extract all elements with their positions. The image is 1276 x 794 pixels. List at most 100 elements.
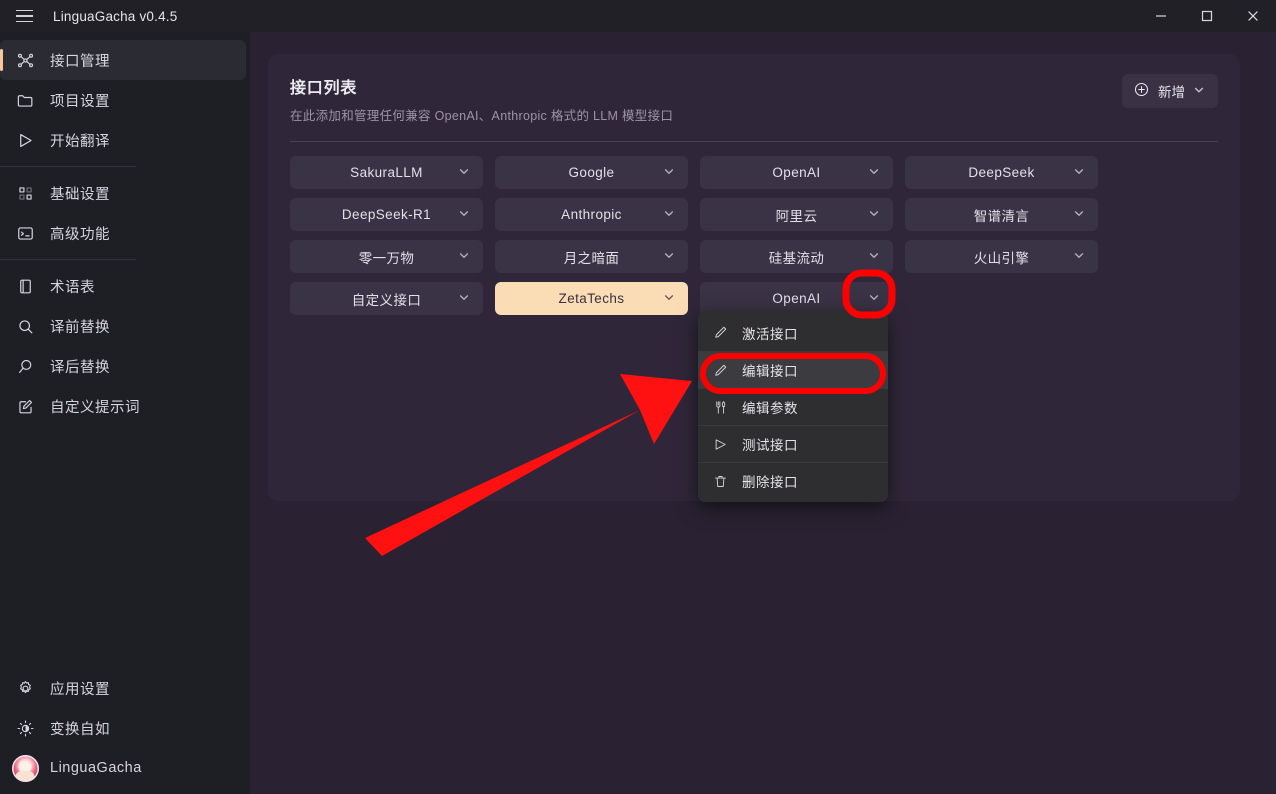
search-alt-icon bbox=[0, 357, 50, 376]
chevron-down-icon bbox=[1193, 84, 1205, 99]
sidebar-item-post-translation-replace[interactable]: 译后替换 bbox=[0, 346, 246, 386]
interface-label: DeepSeek-R1 bbox=[341, 207, 432, 222]
sidebar-item-interface-management[interactable]: 接口管理 bbox=[0, 40, 246, 80]
menu-item-delete-interface[interactable]: 删除接口 bbox=[698, 462, 888, 499]
sidebar-item-label: 变换自如 bbox=[50, 721, 110, 738]
avatar bbox=[0, 754, 50, 782]
book-icon bbox=[0, 277, 50, 296]
theme-contrast-icon bbox=[0, 719, 50, 738]
interface-button[interactable]: DeepSeek bbox=[905, 156, 1098, 189]
chevron-down-icon[interactable] bbox=[868, 291, 880, 306]
sidebar-item-custom-prompt[interactable]: 自定义提示词 bbox=[0, 386, 246, 426]
page-subtitle: 在此添加和管理任何兼容 OpenAI、Anthropic 格式的 LLM 模型接… bbox=[290, 109, 674, 123]
interface-button[interactable]: SakuraLLM bbox=[290, 156, 483, 189]
sidebar-item-label: 项目设置 bbox=[50, 93, 110, 110]
sidebar-item-project-settings[interactable]: 项目设置 bbox=[0, 80, 246, 120]
interface-label: 阿里云 bbox=[775, 208, 818, 224]
menu-item-activate-interface[interactable]: 激活接口 bbox=[698, 314, 888, 351]
interface-button[interactable]: 阿里云 bbox=[700, 198, 893, 231]
header-divider bbox=[290, 141, 1218, 142]
interface-button[interactable]: 月之暗面 bbox=[495, 240, 688, 273]
interface-button[interactable]: 智谱清言 bbox=[905, 198, 1098, 231]
sidebar-item-theme-toggle[interactable]: 变换自如 bbox=[0, 708, 246, 748]
folder-icon bbox=[0, 91, 50, 110]
interface-button-active[interactable]: ZetaTechs bbox=[495, 282, 688, 315]
interface-label: 自定义接口 bbox=[351, 292, 422, 308]
sidebar-divider-1 bbox=[0, 166, 136, 167]
menu-item-label: 编辑接口 bbox=[742, 364, 798, 379]
interface-button[interactable]: 火山引擎 bbox=[905, 240, 1098, 273]
search-icon bbox=[0, 317, 50, 336]
interface-label: Anthropic bbox=[561, 207, 622, 222]
close-button[interactable] bbox=[1230, 0, 1276, 32]
utensils-icon bbox=[712, 400, 729, 415]
interface-label: OpenAI bbox=[772, 165, 821, 180]
add-interface-button[interactable]: 新增 bbox=[1122, 74, 1218, 108]
sidebar-item-label: 自定义提示词 bbox=[50, 399, 140, 416]
sidebar-item-label: 开始翻译 bbox=[50, 133, 110, 150]
card-header: 接口列表 在此添加和管理任何兼容 OpenAI、Anthropic 格式的 LL… bbox=[290, 74, 1218, 124]
pencil-icon bbox=[712, 325, 729, 340]
chevron-down-icon[interactable] bbox=[458, 165, 470, 180]
sidebar-item-basic-settings[interactable]: 基础设置 bbox=[0, 173, 246, 213]
chevron-down-icon[interactable] bbox=[458, 291, 470, 306]
sidebar-item-app-settings[interactable]: 应用设置 bbox=[0, 668, 246, 708]
interface-button[interactable]: 零一万物 bbox=[290, 240, 483, 273]
minimize-button[interactable] bbox=[1138, 0, 1184, 32]
sidebar-item-start-translation[interactable]: 开始翻译 bbox=[0, 120, 246, 160]
card-header-text: 接口列表 在此添加和管理任何兼容 OpenAI、Anthropic 格式的 LL… bbox=[290, 74, 673, 124]
chevron-down-icon[interactable] bbox=[868, 207, 880, 222]
menu-item-edit-interface[interactable]: 编辑接口 bbox=[698, 351, 888, 388]
chevron-down-icon[interactable] bbox=[663, 291, 675, 306]
chevron-down-icon[interactable] bbox=[663, 207, 675, 222]
menu-item-edit-parameters[interactable]: 编辑参数 bbox=[698, 388, 888, 425]
gear-icon bbox=[0, 679, 50, 698]
chevron-down-icon[interactable] bbox=[1073, 249, 1085, 264]
title-bar: LinguaGacha v0.4.5 bbox=[0, 0, 1276, 32]
sidebar-item-user-profile[interactable]: LinguaGacha bbox=[0, 748, 246, 788]
interface-label: 火山引擎 bbox=[973, 250, 1030, 266]
sidebar-item-label: 应用设置 bbox=[50, 681, 110, 698]
interface-label: SakuraLLM bbox=[350, 165, 423, 180]
sidebar-item-label: 术语表 bbox=[50, 279, 95, 296]
interface-label: DeepSeek bbox=[968, 165, 1035, 180]
add-button-label: 新增 bbox=[1158, 85, 1185, 100]
sliders-box-icon bbox=[0, 184, 50, 203]
sidebar-item-pre-translation-replace[interactable]: 译前替换 bbox=[0, 306, 246, 346]
interface-label: ZetaTechs bbox=[558, 291, 625, 306]
chevron-down-icon[interactable] bbox=[868, 249, 880, 264]
chevron-down-icon[interactable] bbox=[458, 207, 470, 222]
interface-label: OpenAI bbox=[772, 291, 821, 306]
menu-item-label: 激活接口 bbox=[742, 326, 798, 342]
chevron-down-icon[interactable] bbox=[663, 249, 675, 264]
maximize-button[interactable] bbox=[1184, 0, 1230, 32]
chevron-down-icon[interactable] bbox=[458, 249, 470, 264]
hamburger-menu-icon[interactable] bbox=[0, 0, 48, 32]
interface-button[interactable]: 硅基流动 bbox=[700, 240, 893, 273]
interface-context-menu: 激活接口 编辑接口 编辑参数 测试接口 删除接口 bbox=[698, 311, 888, 502]
play-icon bbox=[0, 131, 50, 150]
menu-item-test-interface[interactable]: 测试接口 bbox=[698, 425, 888, 462]
interface-button[interactable]: 自定义接口 bbox=[290, 282, 483, 315]
sidebar-item-label: 基础设置 bbox=[50, 186, 110, 203]
network-nodes-icon bbox=[0, 51, 50, 70]
interface-button[interactable]: OpenAI bbox=[700, 156, 893, 189]
sidebar-item-advanced-features[interactable]: 高级功能 bbox=[0, 213, 246, 253]
chevron-down-icon[interactable] bbox=[868, 165, 880, 180]
sidebar-divider-2 bbox=[0, 259, 136, 260]
interface-label: 零一万物 bbox=[358, 250, 415, 266]
chevron-down-icon[interactable] bbox=[1073, 207, 1085, 222]
interface-button[interactable]: Anthropic bbox=[495, 198, 688, 231]
sidebar-item-glossary[interactable]: 术语表 bbox=[0, 266, 246, 306]
trash-icon bbox=[712, 474, 729, 489]
chevron-down-icon[interactable] bbox=[1073, 165, 1085, 180]
terminal-icon bbox=[0, 224, 50, 243]
interface-button[interactable]: Google bbox=[495, 156, 688, 189]
sidebar: 接口管理 项目设置 开始翻译 基础设置 高级功能 术语表 译前替换 译后替换 自… bbox=[0, 32, 250, 794]
menu-item-label: 测试接口 bbox=[742, 438, 798, 453]
interface-button[interactable]: DeepSeek-R1 bbox=[290, 198, 483, 231]
chevron-down-icon[interactable] bbox=[663, 165, 675, 180]
edit-square-icon bbox=[0, 397, 50, 416]
application-window: LinguaGacha v0.4.5 接口管理 项目设置 开始翻译 基础设置 高… bbox=[0, 0, 1276, 794]
